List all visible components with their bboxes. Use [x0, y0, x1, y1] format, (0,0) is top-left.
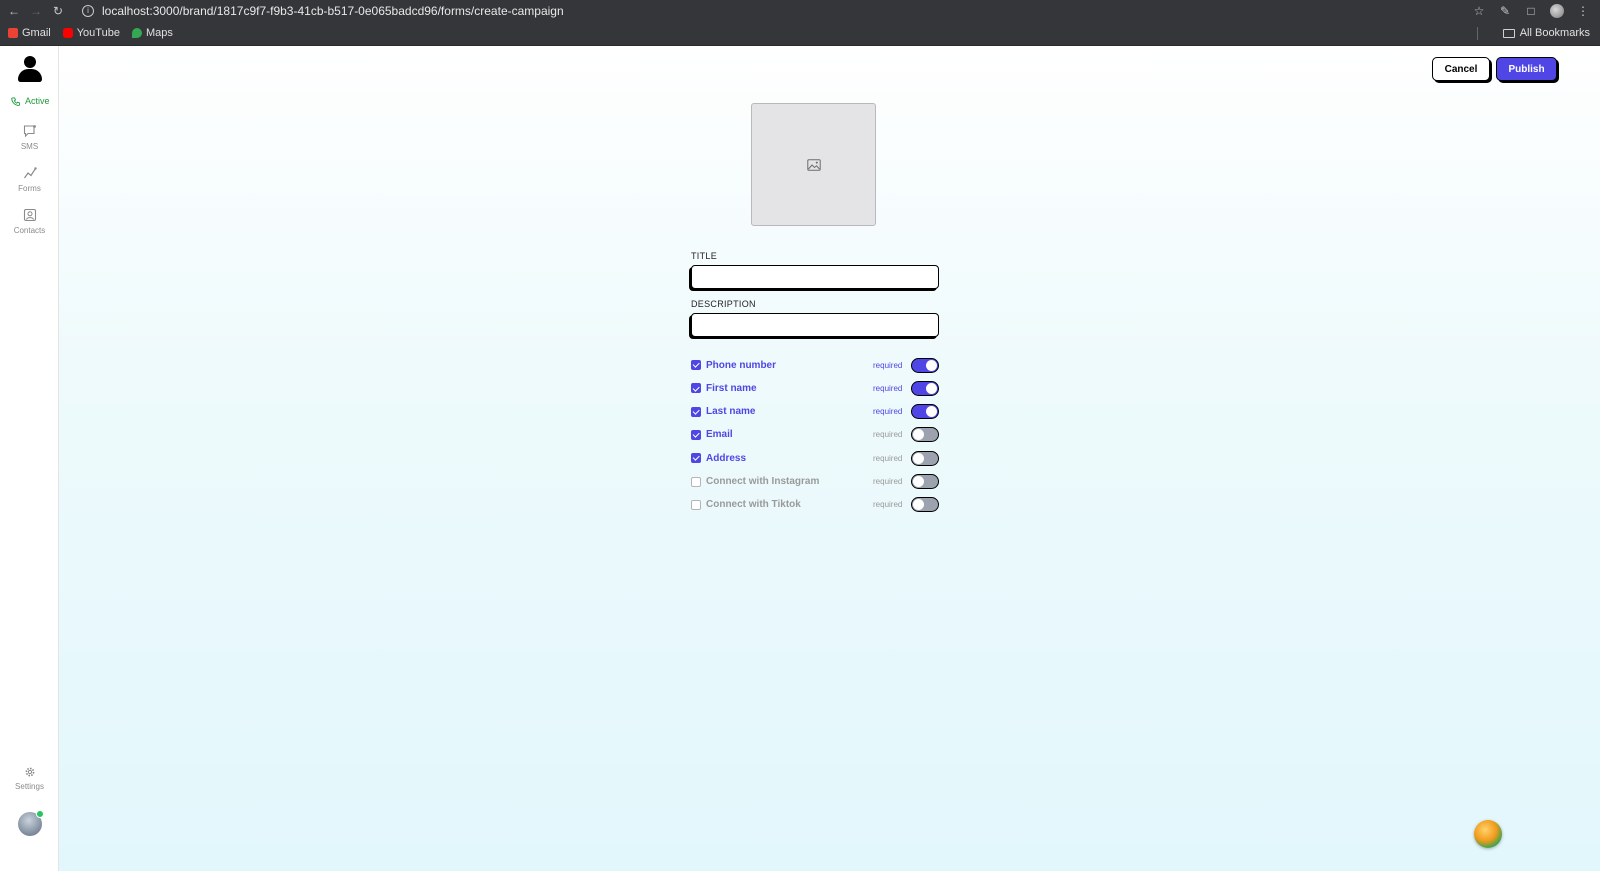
assistant-launcher-icon[interactable] — [1474, 820, 1502, 848]
all-bookmarks-label: All Bookmarks — [1519, 27, 1590, 39]
description-input[interactable] — [691, 313, 939, 337]
image-placeholder-icon — [806, 158, 821, 171]
extensions-icon[interactable]: □ — [1524, 4, 1538, 18]
sidebar-item-settings[interactable]: Settings — [0, 766, 59, 791]
bookmark-label: YouTube — [76, 27, 120, 39]
bookmarks-divider — [1477, 27, 1478, 40]
field-option-label[interactable]: Connect with Instagram — [706, 476, 819, 487]
bookmark-label: Maps — [145, 27, 173, 39]
toggle-knob — [926, 406, 937, 418]
online-status-badge — [36, 810, 44, 818]
field-option-row: Last name required — [691, 404, 939, 420]
youtube-icon — [62, 28, 73, 38]
required-toggle[interactable] — [911, 474, 939, 489]
required-toggle[interactable] — [911, 404, 939, 420]
field-checkbox[interactable] — [691, 453, 701, 464]
back-icon[interactable]: ← — [6, 3, 22, 19]
required-toggle[interactable] — [911, 450, 939, 466]
field-option-row: Email required — [691, 427, 939, 443]
field-option-label[interactable]: Email — [706, 429, 733, 440]
all-bookmarks-button[interactable]: All Bookmarks — [1502, 27, 1590, 39]
main-content: Cancel Publish TITLE DESCRIPTION Phone n… — [59, 46, 1600, 871]
brand-logo-icon[interactable] — [18, 56, 42, 84]
field-option-label[interactable]: Last name — [706, 406, 755, 417]
toggle-knob — [913, 429, 924, 441]
address-bar[interactable]: i localhost:3000/brand/1817c9f7-f9b3-41c… — [76, 1, 1472, 20]
field-option-row: Phone number required — [691, 357, 939, 373]
sms-icon — [23, 124, 37, 138]
field-option-row: Address required — [691, 450, 939, 466]
field-checkbox[interactable] — [691, 406, 701, 417]
bookmark-star-icon[interactable]: ☆ — [1472, 4, 1486, 18]
required-label: required — [873, 477, 903, 486]
phone-icon — [11, 96, 20, 106]
sidebar: Active SMS Forms Contacts Settings — [0, 46, 59, 871]
sidebar-item-label: Forms — [18, 184, 41, 193]
sidebar-item-contacts[interactable]: Contacts — [0, 208, 59, 235]
bookmark-label: Gmail — [22, 27, 51, 39]
status-indicator: Active — [11, 96, 50, 106]
publish-button[interactable]: Publish — [1496, 57, 1557, 81]
forward-icon[interactable]: → — [28, 3, 44, 19]
required-label: required — [873, 453, 903, 463]
maps-icon — [131, 28, 142, 38]
pen-icon[interactable]: ✎ — [1498, 4, 1512, 18]
browser-toolbar: ← → ↻ i localhost:3000/brand/1817c9f7-f9… — [0, 0, 1600, 21]
toggle-knob — [913, 452, 924, 464]
cancel-button[interactable]: Cancel — [1432, 57, 1490, 81]
title-input[interactable] — [691, 265, 939, 289]
field-checkbox[interactable] — [691, 499, 701, 510]
forms-icon — [23, 166, 37, 180]
contacts-icon — [23, 208, 37, 222]
field-checkbox[interactable] — [691, 383, 701, 394]
sidebar-item-sms[interactable]: SMS — [0, 124, 59, 151]
browser-actions: ☆ ✎ □ ⋮ — [1472, 0, 1600, 21]
description-label: DESCRIPTION — [691, 299, 756, 309]
field-checkbox[interactable] — [691, 476, 701, 487]
required-toggle[interactable] — [911, 357, 939, 373]
sidebar-item-label: Settings — [15, 782, 44, 791]
field-option-row: Connect with Instagram required — [691, 474, 939, 490]
required-toggle[interactable] — [911, 497, 939, 513]
required-label: required — [873, 500, 903, 510]
toggle-knob — [926, 382, 937, 394]
menu-icon[interactable]: ⋮ — [1576, 4, 1590, 18]
required-label: required — [873, 360, 903, 370]
bookmark-maps[interactable]: Maps — [131, 27, 173, 39]
field-option-label[interactable]: Address — [706, 453, 746, 464]
profile-avatar-icon[interactable] — [1550, 3, 1564, 18]
field-option-label[interactable]: First name — [706, 383, 757, 394]
app: Active SMS Forms Contacts Settings Cance… — [0, 46, 1600, 871]
site-info-icon[interactable]: i — [82, 4, 94, 17]
reload-icon[interactable]: ↻ — [50, 3, 66, 19]
bookmark-youtube[interactable]: YouTube — [62, 27, 120, 39]
field-checkbox[interactable] — [691, 360, 701, 370]
folder-icon — [1502, 28, 1515, 38]
field-option-row: Connect with Tiktok required — [691, 497, 939, 513]
required-toggle[interactable] — [911, 380, 939, 396]
toggle-knob — [913, 499, 924, 511]
field-checkbox[interactable] — [691, 429, 701, 440]
field-option-row: First name required — [691, 380, 939, 396]
toggle-knob — [926, 359, 937, 371]
field-option-label[interactable]: Connect with Tiktok — [706, 499, 801, 510]
bookmarks-bar: Gmail YouTube Maps All Bookmarks — [0, 21, 1600, 46]
status-label: Active — [25, 96, 50, 106]
required-toggle[interactable] — [911, 427, 939, 443]
required-label: required — [873, 407, 903, 417]
title-label: TITLE — [691, 251, 718, 261]
toggle-knob — [913, 476, 924, 487]
image-upload[interactable] — [751, 103, 876, 226]
bookmark-gmail[interactable]: Gmail — [8, 27, 51, 39]
sidebar-item-label: SMS — [20, 142, 39, 151]
required-label: required — [873, 383, 903, 393]
sidebar-item-forms[interactable]: Forms — [0, 166, 59, 193]
url-text: localhost:3000/brand/1817c9f7-f9b3-41cb-… — [102, 3, 564, 18]
gmail-icon — [8, 28, 18, 38]
gear-icon — [24, 766, 36, 778]
required-label: required — [873, 430, 903, 440]
field-option-label[interactable]: Phone number — [706, 360, 776, 371]
sidebar-item-label: Contacts — [13, 226, 46, 235]
